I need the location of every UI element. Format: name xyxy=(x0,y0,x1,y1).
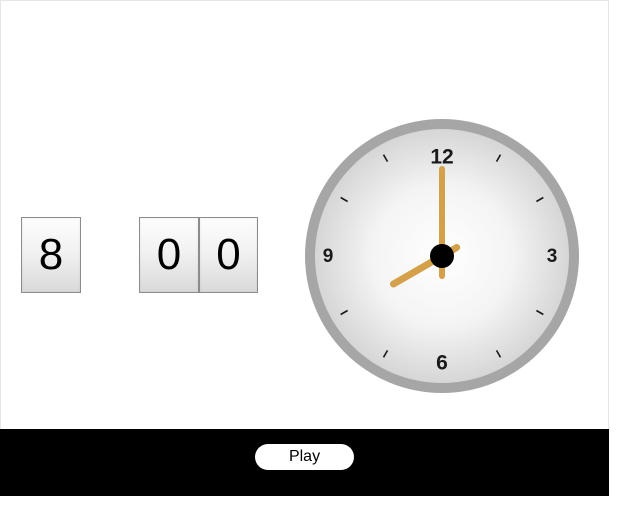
minute-ones-digit-card: 0 xyxy=(199,217,258,293)
numeral-3: 3 xyxy=(547,246,558,267)
numeral-12: 12 xyxy=(430,146,453,169)
analog-clock: 12 3 6 9 xyxy=(305,119,579,393)
numeral-9: 9 xyxy=(323,246,334,267)
hour-digit-card: 8 xyxy=(21,217,81,293)
clock-hub xyxy=(430,244,454,268)
play-button[interactable]: Play xyxy=(255,444,354,470)
minute-tens-digit-card: 0 xyxy=(139,217,199,293)
controls-bar: Play xyxy=(0,429,609,496)
numeral-6: 6 xyxy=(436,352,448,375)
